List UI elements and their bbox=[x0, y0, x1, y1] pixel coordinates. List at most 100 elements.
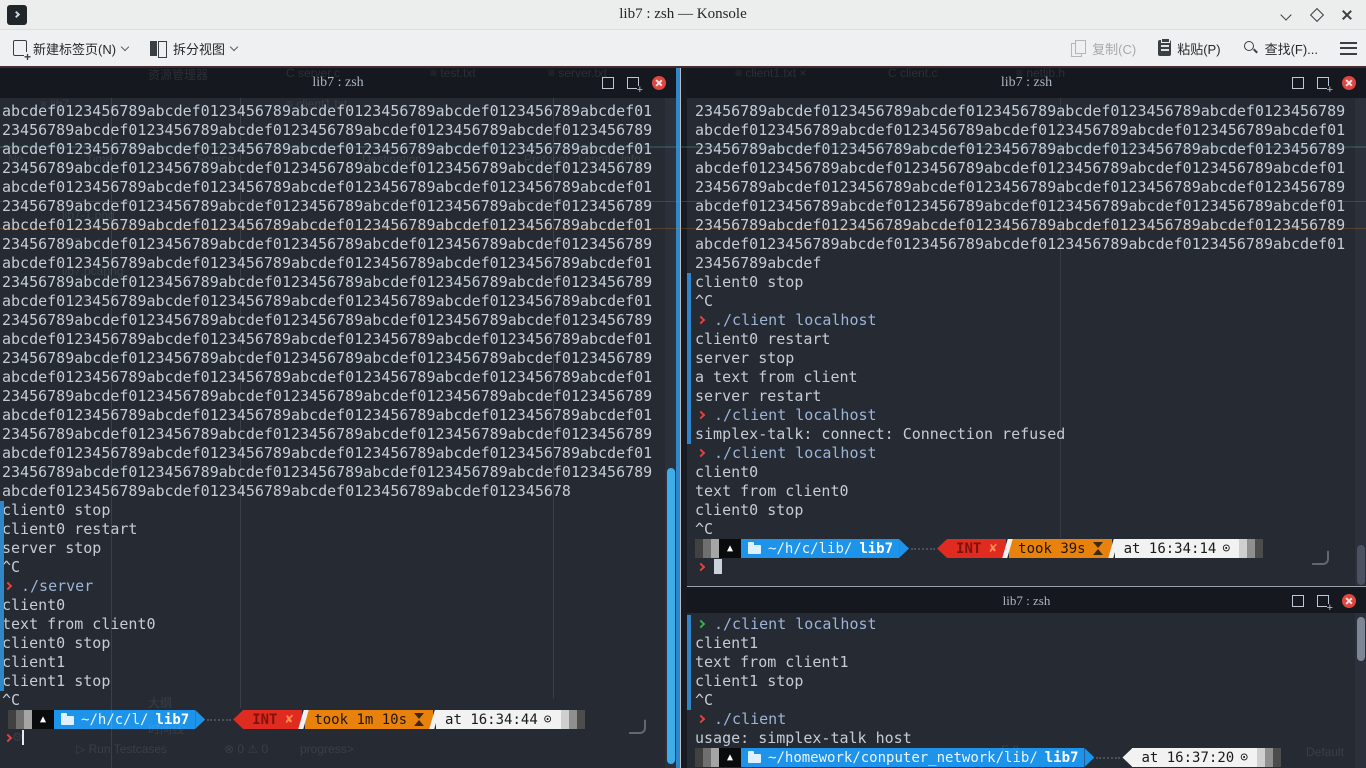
hourglass-icon bbox=[1093, 542, 1103, 555]
output-text: ^C bbox=[2, 558, 20, 576]
terminal-line: 23456789abcdef0123456789abcdef0123456789… bbox=[0, 121, 676, 140]
exit-status-segment: INT✘ bbox=[243, 710, 302, 729]
clock-icon: ⊙ bbox=[544, 712, 552, 727]
path-current-dir: lib7 bbox=[1045, 750, 1079, 766]
window-titlebar: lib7 : zsh — Konsole bbox=[0, 0, 1366, 30]
terminal-line: abcdef0123456789abcdef0123456789abcdef01… bbox=[0, 216, 676, 235]
terminal-line: abcdef0123456789abcdef0123456789abcdef01… bbox=[0, 102, 676, 121]
terminal-line: abcdef0123456789abcdef0123456789abcdef01… bbox=[687, 235, 1366, 254]
terminal-line: 23456789abcdef0123456789abcdef0123456789… bbox=[0, 311, 676, 330]
output-text: client1 bbox=[695, 634, 758, 652]
terminal-line: client0 restart bbox=[0, 520, 676, 539]
terminal-line: 23456789abcdef0123456789abcdef0123456789… bbox=[0, 159, 676, 178]
terminal-line: ./client localhost bbox=[687, 615, 1366, 634]
find-label: 查找(F)... bbox=[1265, 39, 1318, 58]
prompt-frame-block bbox=[577, 710, 585, 729]
powerline-notch-icon bbox=[233, 710, 243, 729]
prompt-path-segment: ~/h/c/l/lib7 bbox=[54, 710, 195, 729]
terminal-line: client0 stop bbox=[0, 634, 676, 653]
terminal-line: ^C bbox=[0, 558, 676, 577]
cross-icon: ✘ bbox=[989, 541, 997, 556]
prompt-frame-block bbox=[703, 748, 711, 767]
terminal-input-line[interactable] bbox=[687, 558, 1366, 577]
output-text: simplex-talk: connect: Connection refuse… bbox=[695, 425, 1065, 443]
terminal-line: client0 bbox=[687, 463, 1366, 482]
output-text: abcdef0123456789abcdef0123456789abcdef01… bbox=[2, 406, 652, 424]
output-text: client1 stop bbox=[695, 672, 803, 690]
terminal-pane-right-top[interactable]: lib7 : zsh 23456789abcdef0123456789abcde… bbox=[687, 68, 1366, 586]
close-pane-icon[interactable] bbox=[652, 76, 666, 90]
output-text: abcdef0123456789abcdef0123456789abcdef01… bbox=[2, 330, 652, 348]
pane-title: lib7 : zsh bbox=[687, 593, 1366, 609]
split-view-button[interactable]: 拆分视图 bbox=[141, 33, 246, 63]
terminal-line: client1 stop bbox=[0, 672, 676, 691]
terminal-line: 23456789abcdef0123456789abcdef0123456789… bbox=[0, 463, 676, 482]
prompt-path-segment: ~/homework/conputer_network/lib/lib7 bbox=[741, 748, 1084, 767]
terminal-line: abcdef0123456789abcdef0123456789abcdef01… bbox=[0, 482, 676, 501]
maximize-button[interactable] bbox=[1310, 8, 1324, 22]
prompt-frame-block bbox=[1257, 748, 1265, 767]
output-text: 23456789abcdef0123456789abcdef0123456789… bbox=[695, 140, 1345, 158]
prompt-chevron-icon bbox=[697, 620, 705, 628]
detach-pane-icon[interactable] bbox=[1317, 595, 1329, 607]
terminal-pane-left[interactable]: lib7 : zsh abcdef0123456789abcdef0123456… bbox=[0, 68, 676, 768]
terminal-line: usage: simplex-talk host bbox=[687, 729, 1366, 748]
terminal-line: abcdef0123456789abcdef0123456789abcdef01… bbox=[0, 444, 676, 463]
exit-status-segment: INT ✘ bbox=[947, 539, 1006, 558]
close-pane-icon[interactable] bbox=[1342, 76, 1356, 90]
output-text: client0 stop bbox=[695, 273, 803, 291]
pane-titlebar[interactable]: lib7 : zsh bbox=[687, 589, 1366, 613]
output-text: client0 stop bbox=[2, 634, 110, 652]
prompt-frame-block bbox=[569, 710, 577, 729]
terminal-line: client1 stop bbox=[687, 672, 1366, 691]
powerline-arrow-icon bbox=[899, 539, 909, 558]
terminal-screen[interactable]: abcdef0123456789abcdef0123456789abcdef01… bbox=[0, 98, 676, 768]
output-text: a text from client bbox=[695, 368, 858, 386]
expand-pane-icon[interactable] bbox=[602, 77, 614, 89]
output-text: ^C bbox=[695, 292, 713, 310]
prompt-chevron-icon bbox=[697, 715, 705, 723]
output-text: client1 bbox=[2, 653, 65, 671]
new-tab-button[interactable]: 新建标签页(N) bbox=[4, 33, 137, 63]
output-text: abcdef0123456789abcdef0123456789abcdef01… bbox=[695, 159, 1345, 177]
close-button[interactable] bbox=[1340, 8, 1354, 22]
prompt-bar: ▲~/homework/conputer_network/lib/lib7at … bbox=[695, 748, 1366, 767]
output-text: abcdef0123456789abcdef0123456789abcdef01… bbox=[2, 482, 571, 500]
paste-button[interactable]: 粘贴(P) bbox=[1149, 33, 1229, 63]
detach-pane-icon[interactable] bbox=[1317, 77, 1329, 89]
detach-pane-icon[interactable] bbox=[627, 77, 639, 89]
duration-segment: took 39s bbox=[1009, 539, 1111, 558]
terminal-line: client0 stop bbox=[687, 501, 1366, 520]
prompt-frame-block bbox=[16, 710, 24, 729]
copy-button[interactable]: 复制(C) bbox=[1062, 33, 1145, 63]
output-text: server stop bbox=[2, 539, 101, 557]
terminal-screen[interactable]: ./client localhostclient1text from clien… bbox=[687, 613, 1366, 768]
terminal-line: simplex-talk: connect: Connection refuse… bbox=[687, 425, 1366, 444]
pane-titlebar[interactable]: lib7 : zsh bbox=[0, 68, 676, 98]
powerline-arrow-icon bbox=[1084, 748, 1094, 767]
terminal-input-line[interactable] bbox=[0, 729, 676, 748]
terminal-line: server stop bbox=[687, 349, 1366, 368]
powerline-notch-icon bbox=[1122, 748, 1132, 767]
terminal-line: 23456789abcdef0123456789abcdef0123456789… bbox=[0, 425, 676, 444]
terminal-pane-right-bottom[interactable]: lib7 : zsh ./client localhostclient1text… bbox=[687, 589, 1366, 768]
exit-status-label: INT bbox=[956, 541, 981, 557]
output-text: client0 bbox=[2, 596, 65, 614]
terminal-line: abcdef0123456789abcdef0123456789abcdef01… bbox=[0, 368, 676, 387]
output-text: abcdef0123456789abcdef0123456789abcdef01… bbox=[695, 197, 1345, 215]
terminal-line: abcdef0123456789abcdef0123456789abcdef01… bbox=[0, 140, 676, 159]
find-button[interactable]: 查找(F)... bbox=[1234, 33, 1327, 63]
prompt-frame-block bbox=[1239, 539, 1247, 558]
expand-pane-icon[interactable] bbox=[1292, 77, 1304, 89]
split-divider-vertical[interactable] bbox=[676, 68, 687, 768]
pane-titlebar[interactable]: lib7 : zsh bbox=[687, 68, 1366, 98]
menu-button[interactable] bbox=[1331, 33, 1366, 63]
output-text: ^C bbox=[695, 520, 713, 538]
terminal-screen[interactable]: 23456789abcdef0123456789abcdef0123456789… bbox=[687, 98, 1366, 586]
expand-pane-icon[interactable] bbox=[1292, 595, 1304, 607]
paste-icon bbox=[1158, 40, 1171, 56]
minimize-button[interactable] bbox=[1280, 8, 1294, 22]
close-pane-icon[interactable] bbox=[1342, 594, 1356, 608]
time-label: at 16:37:20 bbox=[1141, 750, 1234, 766]
clock-icon: ⊙ bbox=[1222, 541, 1230, 556]
